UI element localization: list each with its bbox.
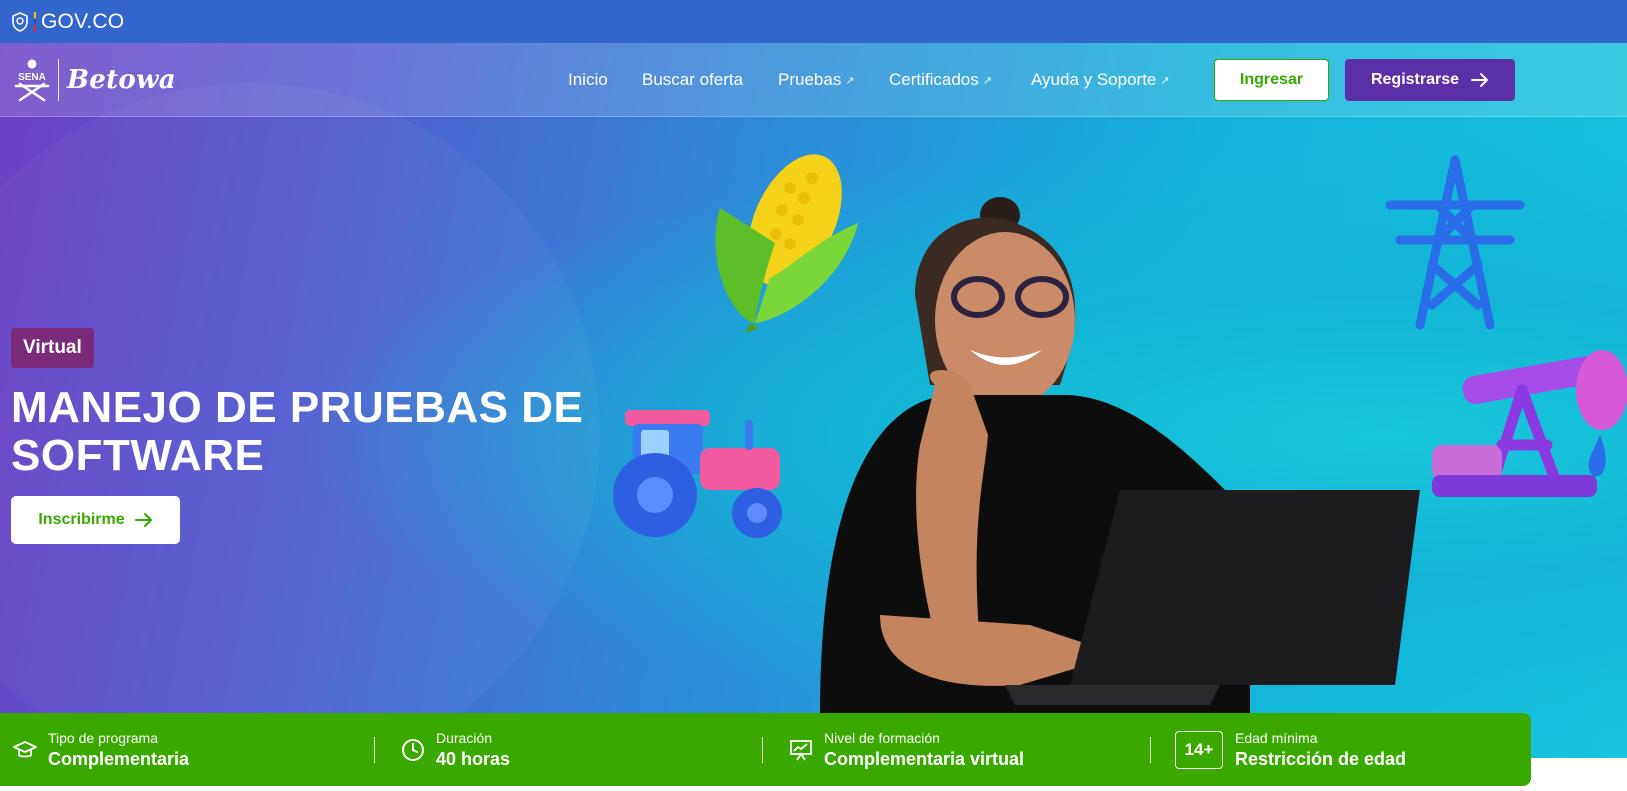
- nav-item-label: Certificados: [889, 70, 979, 89]
- nav-item-label: Buscar oferta: [642, 70, 744, 89]
- graduation-cap-icon: [12, 737, 38, 763]
- info-value: Complementaria: [48, 748, 190, 769]
- nav-item-buscar-oferta[interactable]: Buscar oferta: [642, 70, 743, 90]
- woman-with-laptop-photo: [820, 197, 1420, 715]
- enroll-label: Inscribirme: [38, 511, 125, 528]
- external-link-icon: ↗: [982, 74, 992, 87]
- nav-item-ayuda-soporte[interactable]: Ayuda y Soporte ↗: [1031, 70, 1170, 90]
- login-button[interactable]: Ingresar: [1214, 59, 1329, 101]
- register-label: Registrarse: [1370, 71, 1460, 88]
- info-value: Restricción de edad: [1235, 748, 1407, 769]
- svg-text:SENA: SENA: [18, 72, 46, 83]
- info-divider: [374, 737, 375, 763]
- info-label: Tipo de programa: [48, 729, 158, 746]
- presentation-chart-icon: [788, 737, 814, 763]
- info-program-type: Tipo de programa Complementaria: [12, 713, 189, 786]
- nav-item-label: Pruebas: [778, 70, 842, 89]
- gov-bar: GOV.CO: [0, 0, 1627, 43]
- info-value: Complementaria virtual: [824, 748, 1025, 769]
- nav-item-inicio[interactable]: Inicio: [568, 70, 608, 90]
- nav-item-label: Ayuda y Soporte: [1031, 70, 1157, 89]
- gov-flag-separator: [34, 11, 36, 32]
- info-minimum-age: 14+ Edad mínima Restricción de edad: [1175, 713, 1406, 786]
- enroll-button[interactable]: Inscribirme: [11, 496, 180, 544]
- clock-icon: [400, 737, 426, 763]
- login-label: Ingresar: [1239, 71, 1304, 88]
- program-info-bar: Tipo de programa Complementaria Duración…: [0, 713, 1531, 786]
- arrow-right-icon: [134, 513, 152, 527]
- external-link-icon: ↗: [845, 74, 855, 87]
- info-label: Edad mínima: [1235, 729, 1318, 746]
- info-divider: [1150, 737, 1151, 763]
- oil-pump-illustration: [1432, 350, 1627, 497]
- info-duration: Duración 40 horas: [400, 713, 510, 786]
- main-navbar: SENA Betowa Inicio Buscar oferta Pruebas…: [0, 43, 1627, 117]
- register-button[interactable]: Registrarse: [1345, 59, 1515, 101]
- arrow-right-icon: [1471, 73, 1489, 87]
- info-training-level: Nivel de formación Complementaria virtua…: [788, 713, 1024, 786]
- info-value: 40 horas: [436, 748, 511, 769]
- gov-co-logo[interactable]: GOV.CO: [11, 10, 124, 34]
- gov-logo-text: GOV.CO: [41, 9, 125, 33]
- nav-item-certificados[interactable]: Certificados ↗: [889, 70, 992, 90]
- external-link-icon: ↗: [1160, 74, 1170, 87]
- brand-name: Betowa: [67, 65, 176, 95]
- sena-logo-icon: SENA: [14, 59, 50, 102]
- nav-item-label: Inicio: [568, 70, 608, 89]
- colombia-shield-icon: [12, 11, 28, 32]
- info-label: Duración: [436, 729, 493, 746]
- info-label: Nivel de formación: [824, 729, 940, 746]
- info-divider: [762, 737, 763, 763]
- brand-logo[interactable]: SENA Betowa: [12, 58, 176, 102]
- power-tower-illustration: [1385, 155, 1525, 330]
- course-title: MANEJO DE PRUEBAS DE SOFTWARE: [11, 383, 584, 480]
- brand-divider: [58, 59, 59, 101]
- modality-badge: Virtual: [11, 328, 94, 368]
- nav-item-pruebas[interactable]: Pruebas ↗: [778, 70, 855, 90]
- age-badge-icon: 14+: [1175, 730, 1223, 769]
